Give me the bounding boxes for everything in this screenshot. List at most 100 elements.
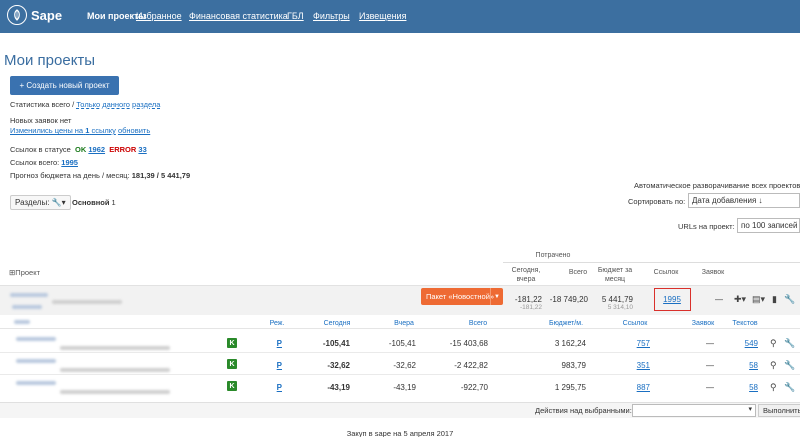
sub-today-header[interactable]: Сегодня	[317, 319, 357, 328]
row-requests: —	[706, 361, 714, 370]
bar-chart-icon[interactable]: ▮	[772, 294, 777, 305]
mode-link[interactable]: P	[272, 361, 282, 370]
sections-button[interactable]: Разделы: 🔧▾	[10, 195, 71, 210]
row-yesterday: -43,19	[393, 383, 416, 392]
search-icon[interactable]: ⚲	[770, 360, 777, 371]
row-yesterday: -32,62	[393, 361, 416, 370]
actions-select[interactable]: ▾	[632, 404, 756, 417]
search-icon[interactable]: ⚲	[770, 382, 777, 393]
logo[interactable]: Sape	[7, 5, 62, 25]
budget-month-header: Бюджет за месяц	[597, 267, 633, 283]
row-requests: —	[706, 339, 714, 348]
k-badge: K	[227, 381, 237, 391]
links-total-line: Ссылок всего: 1995	[10, 158, 78, 167]
row-budget: 1 295,75	[554, 383, 586, 392]
row-texts-link[interactable]: 549	[738, 339, 758, 348]
project-today: -181,22 -181,22	[514, 295, 542, 311]
spent-header: Потрачено	[535, 252, 571, 259]
project-requests: —	[715, 295, 723, 304]
price-change-line: Изменились цены на 1 ссылку обновить	[10, 126, 150, 135]
url-blurred[interactable]	[16, 381, 56, 385]
wrench-icon[interactable]: 🔧	[784, 294, 795, 305]
url-blurred[interactable]	[16, 359, 56, 363]
sub-budget-header[interactable]: Бюджет/м.	[544, 319, 588, 328]
mode-link[interactable]: P	[272, 383, 282, 392]
url-blurred[interactable]	[16, 337, 56, 341]
top-nav: Sape Мои проекты Избранное Финансовая ст…	[0, 0, 800, 33]
error-count-link[interactable]: 33	[138, 145, 146, 154]
header-divider	[503, 262, 800, 263]
no-new-requests: Новых заявок нет	[10, 116, 72, 125]
project-links-link[interactable]: 1995	[655, 295, 689, 304]
logo-text: Sape	[31, 7, 63, 23]
row-budget: 983,79	[561, 361, 586, 370]
package-button[interactable]: Пакет «Новостной» ▼	[421, 288, 503, 305]
page-title: Мои проекты	[4, 52, 96, 69]
ok-count-link[interactable]: 1962	[88, 145, 105, 154]
wrench-icon[interactable]: 🔧	[784, 382, 795, 393]
sub-total-header[interactable]: Всего	[462, 319, 494, 328]
row-today: -32,62	[327, 361, 350, 370]
error-label: ERROR	[109, 145, 137, 154]
links-header: Ссылок	[653, 269, 679, 276]
nav-gbl[interactable]: ГБЛ	[287, 11, 304, 21]
sub-texts-header[interactable]: Текстов	[728, 319, 762, 328]
create-project-button[interactable]: + Создать новый проект	[10, 76, 119, 95]
urls-select[interactable]: по 100 записей	[737, 218, 800, 233]
row-requests: —	[706, 383, 714, 392]
k-badge: K	[227, 338, 237, 348]
row-texts-link[interactable]: 58	[738, 383, 758, 392]
list-icon[interactable]: ▤▾	[752, 294, 765, 305]
mode-link[interactable]: P	[272, 339, 282, 348]
k-badge: K	[227, 359, 237, 369]
row-texts-link[interactable]: 58	[738, 361, 758, 370]
ok-label: OK	[75, 145, 87, 154]
url-desc-blurred	[60, 390, 170, 394]
project-meta-blurred	[12, 305, 42, 309]
links-status-line: Ссылок в статусе OK 1962 ERROR 33	[10, 145, 147, 154]
row-budget: 3 162,24	[554, 339, 586, 348]
auto-unfold-label: Автоматическое разворачивание всех проек…	[634, 181, 800, 190]
total-header: Всего	[568, 269, 588, 276]
sort-select[interactable]: Дата добавления ↓	[688, 193, 800, 208]
row-links-link[interactable]: 887	[628, 383, 650, 392]
sub-links-header[interactable]: Ссылок	[618, 319, 652, 328]
project-header: ⊞Проект	[9, 268, 41, 277]
nav-favorites[interactable]: Избранное	[136, 11, 182, 21]
project-name-blurred[interactable]	[10, 293, 48, 297]
project-budget: 5 441,79 5 314,10	[601, 295, 633, 311]
today-yesterday-header: Сегодня, вчера	[511, 267, 541, 283]
row-total: -15 403,68	[449, 339, 488, 348]
price-update-link[interactable]: обновить	[118, 126, 150, 135]
stats-line: Статистика всего / Только данного раздел…	[10, 100, 161, 109]
url-desc-blurred	[60, 368, 170, 372]
stats-section-link[interactable]: Только данного раздела	[76, 100, 160, 109]
mode-header[interactable]: Реж.	[264, 319, 290, 328]
price-changed-link[interactable]: Изменились цены на 1 ссылку	[10, 126, 116, 135]
row-links-link[interactable]: 757	[628, 339, 650, 348]
wrench-icon[interactable]: 🔧	[784, 360, 795, 371]
execute-button[interactable]: Выполнить	[758, 404, 800, 417]
links-total-link[interactable]: 1995	[61, 158, 78, 167]
row-total: -2 422,82	[454, 361, 488, 370]
row-divider	[0, 374, 800, 375]
sub-header-divider	[0, 328, 800, 329]
section-label: Основной 1	[72, 198, 116, 207]
search-icon[interactable]: ⚲	[770, 338, 777, 349]
sub-requests-header[interactable]: Заявок	[686, 319, 720, 328]
row-yesterday: -105,41	[388, 339, 416, 348]
sort-label: Сортировать по:	[628, 197, 686, 206]
nav-notifications[interactable]: Извещения	[359, 11, 406, 21]
actions-label: Действия над выбранными:	[535, 406, 632, 415]
budget-line: Прогноз бюджета на день / месяц: 181,39 …	[10, 171, 191, 180]
nav-finance-stats[interactable]: Финансовая статистика	[189, 11, 288, 21]
row-links-link[interactable]: 351	[628, 361, 650, 370]
add-icon[interactable]: ✚▾	[734, 294, 746, 305]
footer-caption: Закуп в sape на 5 апреля 2017	[346, 429, 454, 437]
row-today: -105,41	[322, 339, 350, 348]
nav-filters[interactable]: Фильтры	[313, 11, 350, 21]
wrench-icon[interactable]: 🔧	[784, 338, 795, 349]
urls-label: URLs на проект:	[678, 222, 735, 231]
sub-yesterday-header[interactable]: Вчера	[388, 319, 420, 328]
caret-down-icon[interactable]: ▼	[490, 288, 503, 305]
